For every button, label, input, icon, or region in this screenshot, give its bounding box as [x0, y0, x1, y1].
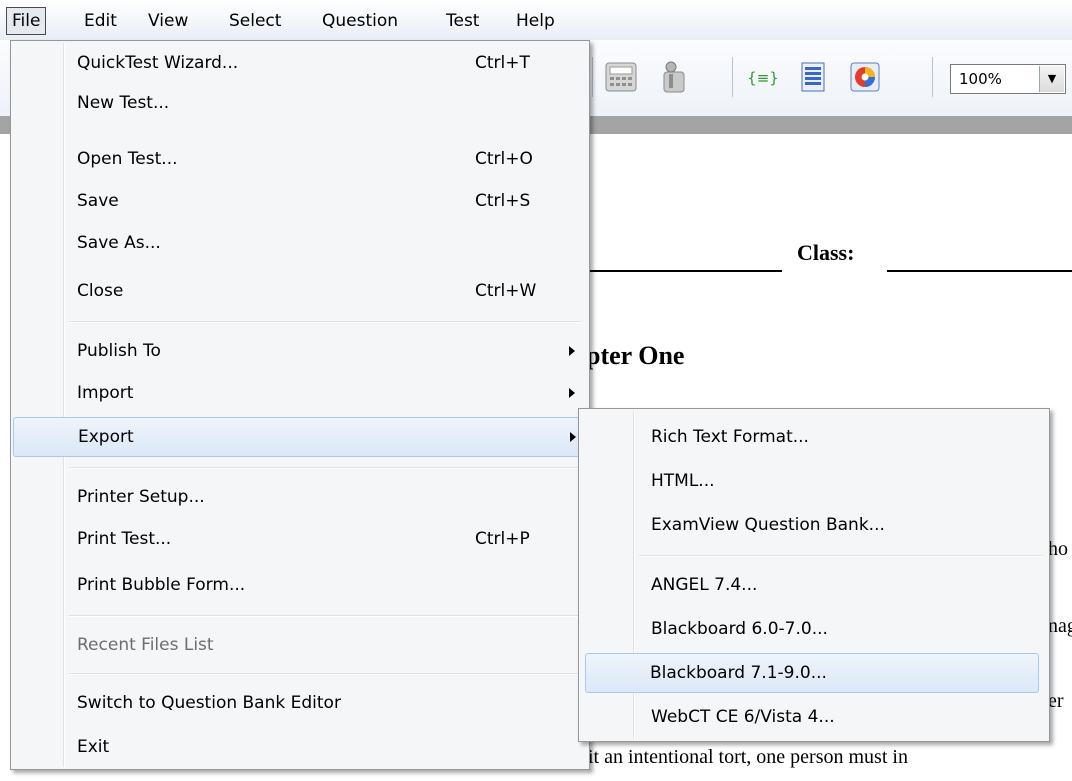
toolbar-separator — [732, 57, 733, 97]
menu-item-shortcut: Ctrl+P — [475, 529, 530, 549]
menu-item-shortcut: Ctrl+S — [475, 191, 531, 211]
submenu-arrow-icon — [570, 432, 576, 442]
name-blank-line — [585, 270, 782, 272]
menu-item-close[interactable]: Close Ctrl+W — [13, 271, 585, 311]
menu-item-save[interactable]: Save Ctrl+S — [13, 181, 585, 221]
menu-item-examview-question-bank[interactable]: ExamView Question Bank... — [581, 505, 1045, 545]
menu-item-label: Rich Text Format... — [651, 427, 809, 447]
menu-test[interactable]: Test — [446, 7, 479, 35]
menu-edit[interactable]: Edit — [84, 7, 117, 35]
question-text-fragment: ho — [1048, 538, 1068, 560]
menu-item-export[interactable]: Export — [13, 417, 585, 457]
menu-item-shortcut: Ctrl+O — [475, 149, 533, 169]
menu-item-label: Close — [77, 281, 124, 301]
list-icon[interactable] — [794, 58, 832, 96]
question-text-line: it an intentional tort, one person must … — [588, 746, 908, 768]
menu-item-blackboard-6-0-7-0[interactable]: Blackboard 6.0-7.0... — [581, 609, 1045, 649]
toolbar-separator — [932, 57, 933, 97]
menu-item-print-bubble-form[interactable]: Print Bubble Form... — [13, 565, 585, 605]
menu-item-label: WebCT CE 6/Vista 4... — [651, 707, 835, 727]
menu-item-label: Switch to Question Bank Editor — [77, 693, 341, 713]
toolbar-separator — [592, 57, 593, 97]
menu-item-label: New Test... — [77, 93, 170, 113]
menu-item-rich-text-format[interactable]: Rich Text Format... — [581, 417, 1045, 457]
menu-item-label: Printer Setup... — [77, 487, 205, 507]
menu-item-exit[interactable]: Exit — [13, 727, 585, 767]
menu-item-shortcut: Ctrl+W — [475, 281, 537, 301]
menu-item-label: Import — [77, 383, 134, 403]
zoom-select[interactable]: 100% ▼ — [950, 64, 1066, 94]
submenu-arrow-icon — [569, 346, 575, 356]
menu-item-label: Blackboard 6.0-7.0... — [651, 619, 828, 639]
menu-item-publish-to[interactable]: Publish To — [13, 331, 585, 371]
menu-item-label: ANGEL 7.4... — [651, 575, 758, 595]
menu-item-recent-files-list: Recent Files List — [13, 625, 585, 665]
menu-item-label: Print Test... — [77, 529, 172, 549]
menu-item-quicktest-wizard[interactable]: QuickTest Wizard... Ctrl+T — [13, 43, 585, 83]
menu-item-html[interactable]: HTML... — [581, 461, 1045, 501]
menu-select[interactable]: Select — [229, 7, 281, 35]
color-wheel-icon[interactable] — [846, 58, 884, 96]
menu-question[interactable]: Question — [322, 7, 398, 35]
menu-item-angel-7-4[interactable]: ANGEL 7.4... — [581, 565, 1045, 605]
menu-file[interactable]: File — [6, 7, 47, 35]
menu-item-label: Save As... — [77, 233, 161, 253]
info-icon[interactable] — [654, 58, 692, 96]
menu-separator — [69, 673, 581, 675]
menu-item-blackboard-7-1-9-0[interactable]: Blackboard 7.1-9.0... — [585, 653, 1039, 693]
menu-item-label: Print Bubble Form... — [77, 575, 246, 595]
zoom-value: 100% — [959, 70, 1002, 88]
equation-icon[interactable]: {≡} — [744, 58, 782, 96]
menu-item-label: Recent Files List — [77, 635, 214, 655]
menu-bar: File Edit View Select Question Test Help — [0, 0, 1072, 41]
menu-item-label: ExamView Question Bank... — [651, 515, 885, 535]
menu-item-new-test[interactable]: New Test... — [13, 83, 585, 123]
chapter-title: pter One — [586, 341, 685, 370]
menu-item-import[interactable]: Import — [13, 373, 585, 413]
menu-item-switch-to-question-bank-editor[interactable]: Switch to Question Bank Editor — [13, 683, 585, 723]
menu-item-printer-setup[interactable]: Printer Setup... — [13, 477, 585, 517]
menu-item-webct-ce6-vista4[interactable]: WebCT CE 6/Vista 4... — [581, 697, 1045, 737]
calculator-icon[interactable] — [602, 58, 640, 96]
question-text-fragment: nag — [1048, 615, 1072, 637]
menu-separator — [69, 321, 581, 323]
menu-item-label: QuickTest Wizard... — [77, 53, 239, 73]
menu-item-label: Open Test... — [77, 149, 178, 169]
menu-view[interactable]: View — [148, 7, 188, 35]
menu-separator — [639, 555, 1043, 557]
menu-item-label: HTML... — [651, 471, 715, 491]
class-label: Class: — [797, 240, 855, 265]
menu-item-label: Publish To — [77, 341, 161, 361]
menu-item-print-test[interactable]: Print Test... Ctrl+P — [13, 519, 585, 559]
menu-item-save-as[interactable]: Save As... — [13, 223, 585, 263]
menu-item-shortcut: Ctrl+T — [475, 53, 530, 73]
chevron-down-icon[interactable]: ▼ — [1039, 66, 1064, 92]
menu-help[interactable]: Help — [516, 7, 555, 35]
class-blank-line — [887, 270, 1072, 272]
question-text-fragment: er — [1048, 690, 1064, 712]
menu-separator — [69, 467, 581, 469]
menu-item-label: Export — [78, 427, 134, 447]
menu-item-label: Save — [77, 191, 119, 211]
menu-item-open-test[interactable]: Open Test... Ctrl+O — [13, 139, 585, 179]
menu-item-label: Exit — [77, 737, 110, 757]
menu-separator — [69, 615, 581, 617]
svg-text:{≡}: {≡} — [747, 69, 779, 87]
export-submenu: Rich Text Format... HTML... ExamView Que… — [578, 408, 1050, 742]
file-menu: QuickTest Wizard... Ctrl+T New Test... O… — [10, 40, 590, 770]
submenu-arrow-icon — [569, 388, 575, 398]
menu-item-label: Blackboard 7.1-9.0... — [650, 663, 827, 683]
